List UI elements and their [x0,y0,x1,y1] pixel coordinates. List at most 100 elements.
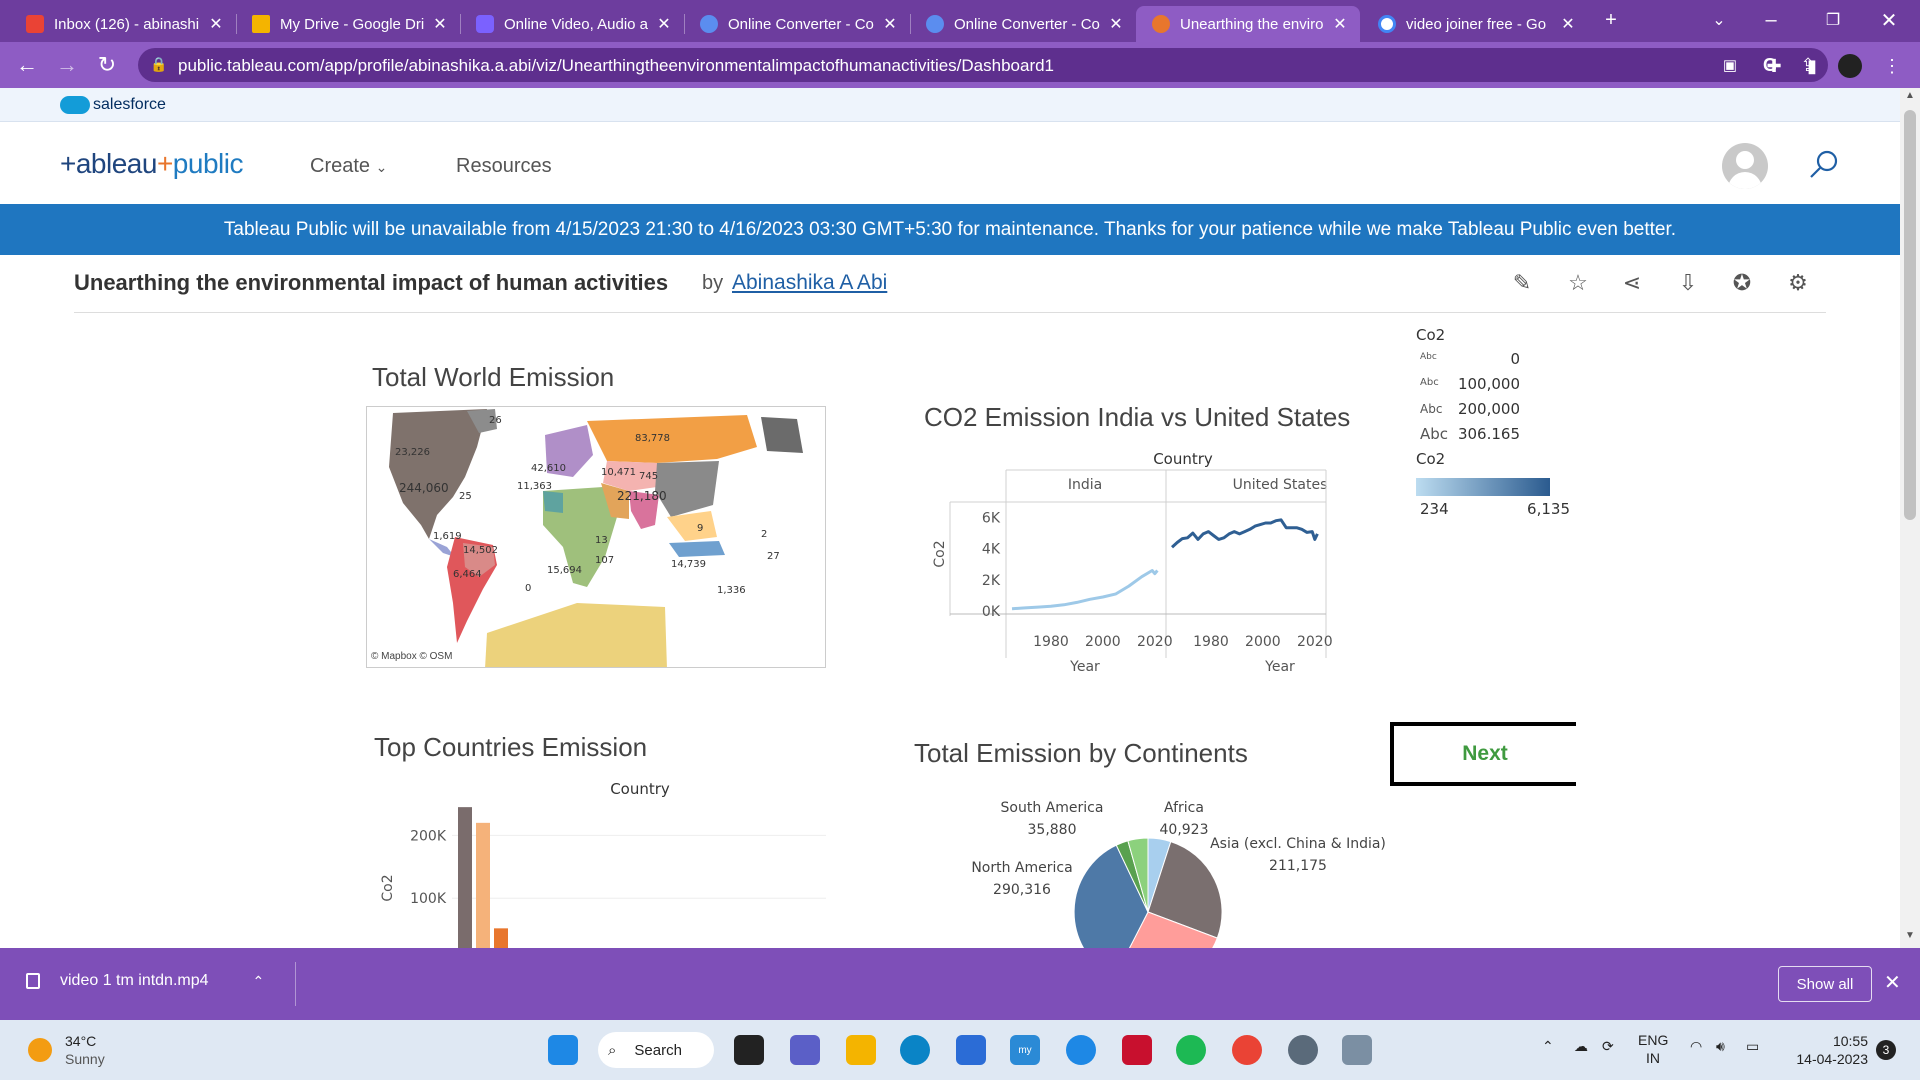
back-icon[interactable]: ← [12,50,42,80]
close-window-button[interactable]: ✕ [1866,0,1912,40]
task-view-icon[interactable] [734,1035,764,1065]
salesforce-cloud-icon[interactable] [60,96,90,114]
user-avatar[interactable] [1722,143,1768,189]
tab-unearthing-active[interactable]: Unearthing the enviro ✕ [1136,6,1360,42]
forward-icon[interactable]: → [52,50,82,80]
author-link[interactable]: Abinashika A Abi [732,271,887,295]
restore-button[interactable]: ❐ [1810,0,1856,40]
spotify-icon[interactable] [1176,1035,1206,1065]
panel-header-india: India [1068,477,1102,493]
page-scrollbar[interactable]: ▲ ▼ [1900,88,1920,948]
weather-widget[interactable]: 34°C Sunny [65,1032,105,1068]
close-tab-icon[interactable]: ✕ [1106,14,1126,34]
tab-online-converter-2[interactable]: Online Converter - Co ✕ [910,6,1136,42]
close-tab-icon[interactable]: ✕ [206,14,226,34]
tab-title: Unearthing the enviro [1180,15,1324,33]
tab-search-icon[interactable]: ⌄ [1696,0,1742,40]
side-panel-icon[interactable]: ▮ [1800,54,1824,78]
create-label: Create [310,155,371,177]
support-assistant-icon[interactable] [1066,1035,1096,1065]
share-icon[interactable]: ⋖ [1618,269,1646,297]
favorite-star-icon[interactable]: ☆ [1564,269,1592,297]
file-explorer-icon[interactable] [846,1035,876,1065]
snipping-tool-icon[interactable] [1342,1035,1372,1065]
color-legend-title: Co2 [1416,450,1446,468]
chevron-up-icon[interactable]: ⌃ [1542,1038,1554,1055]
address-bar[interactable]: 🔒 public.tableau.com/app/profile/abinash… [138,48,1856,82]
download-item[interactable]: video 1 tm intdn.mp4 ⌃ [26,972,264,990]
microsoft-store-icon[interactable] [956,1035,986,1065]
search-icon[interactable] [1808,149,1840,181]
y-tick-label: 2K [982,573,1001,589]
pie-label-north-america: North America [971,860,1072,876]
menu-icon[interactable]: ⋮ [1880,54,1904,78]
wifi-icon[interactable]: ◠ [1690,1038,1702,1055]
tab-title: Online Video, Audio a [504,15,648,33]
map-label: 0 [525,583,532,594]
clock[interactable]: 10:55 14-04-2023 [1788,1032,1868,1068]
tab-online-converter-1[interactable]: Online Converter - Co ✕ [684,6,910,42]
edge-browser-icon[interactable] [900,1035,930,1065]
create-menu[interactable]: Create ⌄ [310,155,387,178]
sun-icon[interactable] [28,1038,52,1062]
close-tab-icon[interactable]: ✕ [880,14,900,34]
map-label: 244,060 [399,481,449,495]
close-download-shelf-icon[interactable]: ✕ [1884,970,1901,995]
line-ylabel: Co2 [932,540,948,567]
battery-icon[interactable]: ▭ [1746,1038,1759,1055]
map-label: 1,619 [433,531,462,542]
search-icon: ⌕ [608,1041,617,1059]
tableau-public-logo[interactable]: +ableau+public [60,148,243,180]
tab-gmail[interactable]: Inbox (126) - abinashi ✕ [10,6,236,42]
edit-copy-icon[interactable]: ✎ [1508,269,1536,297]
salesforce-bar: salesforce [0,88,1900,122]
tab-google-search[interactable]: video joiner free - Go ✕ [1362,6,1588,42]
profile-avatar-icon[interactable] [1838,54,1862,78]
minimize-button[interactable]: – [1748,0,1794,40]
resources-link[interactable]: Resources [456,155,552,178]
windows-start-icon[interactable] [548,1035,578,1065]
award-icon[interactable]: ✪ [1728,269,1756,297]
settings-gear-icon[interactable] [1288,1035,1318,1065]
world-emission-map[interactable]: 26 83,778 23,226 244,060 25 42,610 11,36… [366,406,826,668]
onedrive-icon[interactable]: ☁ [1574,1038,1588,1055]
scrollbar-thumb[interactable] [1904,110,1916,520]
color-legend-ramp [1416,478,1550,496]
camera-blocked-icon[interactable]: ▣ [1718,53,1742,77]
close-tab-icon[interactable]: ✕ [1558,14,1578,34]
map-label: 2 [761,529,768,540]
chevron-up-icon[interactable]: ⌃ [253,973,265,990]
mcafee-icon[interactable] [1122,1035,1152,1065]
download-icon[interactable]: ⇩ [1674,269,1702,297]
sync-icon[interactable]: ⟳ [1602,1038,1614,1055]
language-eng[interactable]: ENG [1638,1032,1668,1048]
volume-icon[interactable]: 🔊︎ [1716,1038,1725,1055]
chrome-icon[interactable] [1232,1035,1262,1065]
show-all-button[interactable]: Show all [1778,966,1872,1002]
reload-icon[interactable]: ↻ [92,50,122,80]
settings-gear-icon[interactable]: ⚙ [1784,269,1812,297]
size-legend-value: 100,000 [1457,375,1520,393]
scroll-up-arrow[interactable]: ▲ [1905,90,1915,101]
tab-google-drive[interactable]: My Drive - Google Dri ✕ [236,6,460,42]
taskbar-search[interactable]: ⌕ Search [598,1032,714,1068]
new-tab-button[interactable]: + [1588,0,1634,40]
lock-icon: 🔒 [150,56,168,72]
alaska-shape [761,417,803,453]
salesforce-label[interactable]: salesforce [93,96,166,114]
extensions-icon[interactable]: ✚ [1762,54,1786,78]
browser-tab-strip: Inbox (126) - abinashi ✕ My Drive - Goog… [0,0,1920,42]
close-tab-icon[interactable]: ✕ [1330,14,1350,34]
language-in[interactable]: IN [1646,1050,1660,1066]
tab-online-video[interactable]: Online Video, Audio a ✕ [460,6,684,42]
map-label: 1,336 [717,585,746,596]
abc-glyph: Abc [1420,377,1439,388]
close-tab-icon[interactable]: ✕ [654,14,674,34]
scroll-down-arrow[interactable]: ▼ [1905,930,1915,941]
line-xlabel-india: Year [1069,659,1100,675]
close-tab-icon[interactable]: ✕ [430,14,450,34]
next-button[interactable]: Next [1390,722,1576,786]
notification-badge[interactable]: 3 [1876,1040,1896,1060]
teams-chat-icon[interactable] [790,1035,820,1065]
myhp-icon[interactable]: my [1010,1035,1040,1065]
